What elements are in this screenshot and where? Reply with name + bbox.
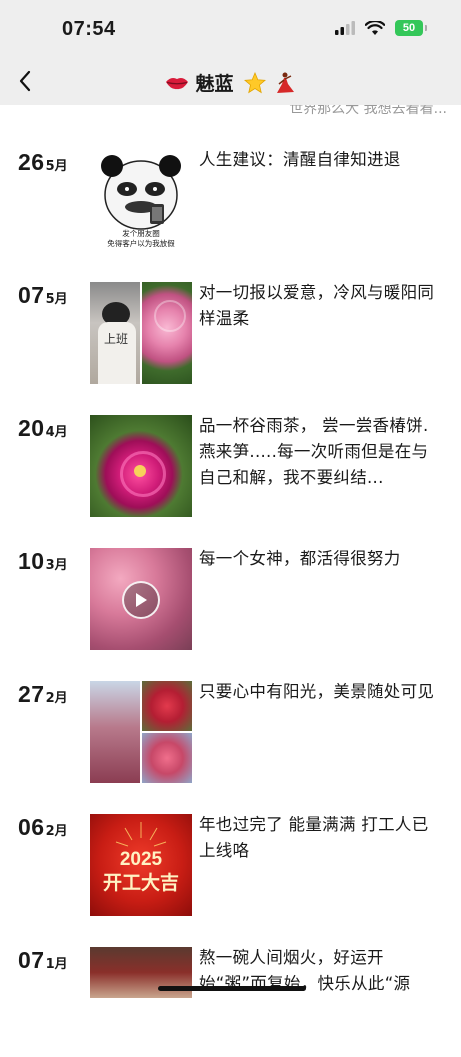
- home-indicator[interactable]: [158, 986, 306, 991]
- status-time: 07:54: [62, 18, 116, 40]
- post-item[interactable]: 07 5月 上班 对一切报以爱意，冷风与暖阳同样温柔: [0, 282, 461, 392]
- post-item[interactable]: 10 3月 每一个女神，都活得很努力: [0, 548, 461, 658]
- post-thumbnail[interactable]: 上班: [90, 282, 192, 384]
- post-date: 20 4月: [18, 415, 68, 442]
- post-text[interactable]: 品一杯谷雨茶， 尝一尝香椿饼. 燕来笋.....每一次听雨但是在与自己和解，我不…: [199, 413, 439, 491]
- red-plum-photo: [142, 681, 192, 731]
- post-month: 1月: [45, 957, 68, 972]
- lips-icon: [166, 77, 189, 89]
- play-icon: [136, 593, 147, 607]
- profile-name: 魅蓝: [195, 73, 234, 95]
- post-day: 07: [18, 282, 45, 308]
- post-item[interactable]: 07 1月 熬一碗人间烟火，好运开始“粥”而复始，快乐从此“源: [0, 947, 461, 1057]
- plum-collage: [142, 681, 192, 783]
- star-icon: [243, 71, 266, 93]
- plum-tree-photo: [90, 681, 140, 783]
- post-month: 5月: [45, 292, 68, 307]
- post-date: 10 3月: [18, 548, 68, 575]
- wifi-icon: [365, 20, 385, 35]
- post-thumbnail[interactable]: 2025 开工大吉: [90, 814, 192, 916]
- dancer-icon: [276, 72, 294, 93]
- post-day: 26: [18, 149, 45, 175]
- peony-photo: [90, 415, 192, 517]
- nav-title: 魅蓝: [0, 69, 461, 96]
- post-thumbnail[interactable]: [90, 415, 192, 517]
- post-date: 06 2月: [18, 814, 68, 841]
- post-date: 07 5月: [18, 282, 68, 309]
- nav-bar: 魅蓝: [0, 60, 461, 105]
- post-date: 26 5月: [18, 149, 68, 176]
- signal-icon: [335, 21, 355, 35]
- post-item[interactable]: 06 2月 2025 开工大吉 年也过完了 能量满满 打工人已上线咯: [0, 814, 461, 924]
- panda-meme-image: 发个朋友圈 免得客户以为我放假: [90, 149, 192, 251]
- post-date: 07 1月: [18, 947, 68, 974]
- play-button[interactable]: [122, 581, 160, 619]
- cherry-blossom-video: [90, 548, 192, 650]
- new-year-poster-text: 2025 开工大吉: [102, 849, 179, 894]
- post-month: 2月: [45, 691, 68, 706]
- post-date: 27 2月: [18, 681, 68, 708]
- post-text[interactable]: 只要心中有阳光，美景随处可见: [199, 679, 439, 705]
- post-text[interactable]: 每一个女神，都活得很努力: [199, 546, 439, 572]
- post-month: 2月: [45, 824, 68, 839]
- profile-signature-text: 世界那么大 我想去看看...: [289, 105, 447, 117]
- status-bar: 07:54 50: [0, 0, 461, 60]
- post-month: 5月: [45, 159, 68, 174]
- post-item[interactable]: 26 5月 发个朋友圈 免得客户以为我放假 人生建议：清醒自律知进退: [0, 149, 461, 259]
- post-thumbnail[interactable]: [90, 681, 192, 783]
- post-day: 07: [18, 947, 45, 973]
- new-year-poster: 2025 开工大吉: [90, 814, 192, 916]
- post-day: 20: [18, 415, 45, 441]
- post-text[interactable]: 年也过完了 能量满满 打工人已上线咯: [199, 812, 439, 864]
- rose-photo: [142, 282, 192, 384]
- post-day: 10: [18, 548, 45, 574]
- pink-plum-photo: [142, 733, 192, 783]
- meme-caption: 发个朋友圈 免得客户以为我放假: [107, 229, 175, 248]
- post-thumbnail[interactable]: 发个朋友圈 免得客户以为我放假: [90, 149, 192, 251]
- work-label: 上班: [104, 332, 129, 346]
- post-item[interactable]: 20 4月 品一杯谷雨茶， 尝一尝香椿饼. 燕来笋.....每一次听雨但是在与自…: [0, 415, 461, 525]
- post-text[interactable]: 人生建议：清醒自律知进退: [199, 147, 439, 173]
- post-month: 3月: [45, 558, 68, 573]
- post-thumbnail[interactable]: [90, 548, 192, 650]
- post-day: 06: [18, 814, 45, 840]
- battery-icon: 50: [395, 20, 427, 36]
- profile-signature: 世界那么大 我想去看看...: [0, 105, 461, 127]
- work-photo: 上班: [90, 282, 140, 384]
- post-day: 27: [18, 681, 45, 707]
- post-item[interactable]: 27 2月 只要心中有阳光，美景随处可见: [0, 681, 461, 791]
- post-text[interactable]: 对一切报以爱意，冷风与暖阳同样温柔: [199, 280, 439, 332]
- status-icons: 50: [335, 20, 427, 36]
- post-month: 4月: [45, 425, 68, 440]
